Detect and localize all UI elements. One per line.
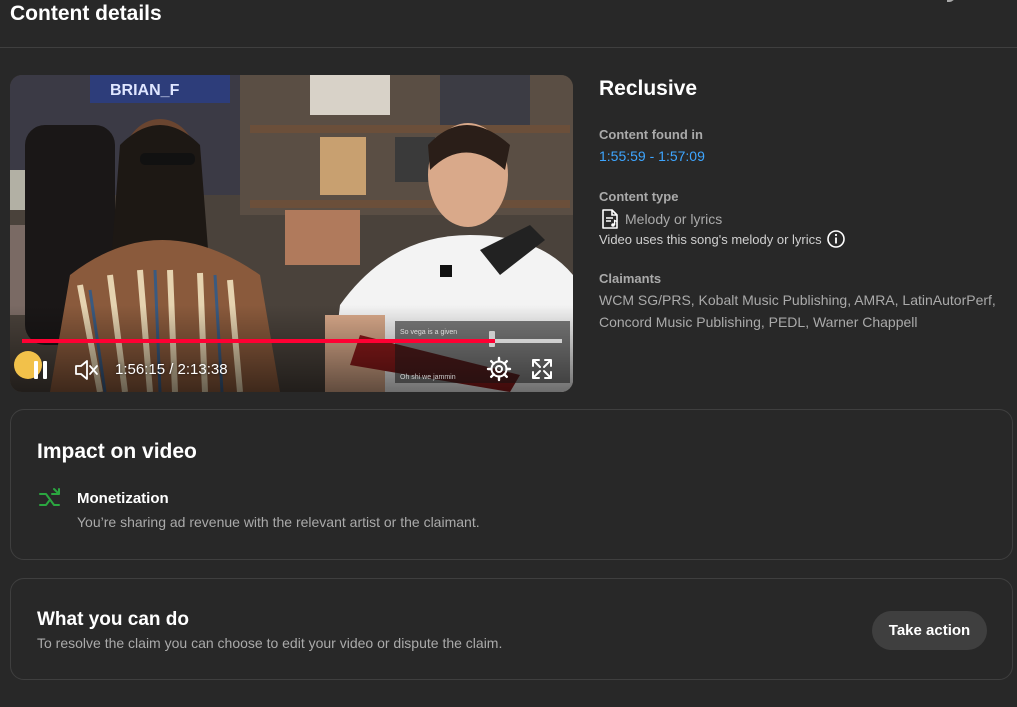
close-icon[interactable]	[947, 0, 955, 2]
content-found-timestamp-link[interactable]: 1:55:59 - 1:57:09	[599, 148, 705, 164]
video-player[interactable]: BRIAN_F So vega is a given Oh shi we jam…	[10, 75, 573, 392]
progress-bar[interactable]	[22, 339, 562, 343]
mute-button[interactable]	[72, 356, 100, 384]
monetization-description: You’re sharing ad revenue with the relev…	[77, 514, 480, 530]
content-type-description-row: Video uses this song's melody or lyrics	[599, 229, 846, 249]
fullscreen-button[interactable]	[530, 357, 554, 381]
content-type-value: Melody or lyrics	[625, 211, 723, 227]
lyrics-document-icon	[602, 209, 618, 229]
take-action-button[interactable]: Take action	[872, 611, 987, 650]
pause-button[interactable]	[28, 357, 54, 383]
impact-card: Impact on video Monetization You’re shar…	[10, 409, 1013, 560]
overlay-sign: BRIAN_F	[110, 82, 180, 99]
monetization-share-icon	[39, 488, 60, 506]
monetization-title: Monetization	[77, 490, 169, 507]
content-type-label: Content type	[599, 189, 679, 204]
progress-played	[22, 339, 495, 343]
page-title: Content details	[10, 2, 162, 25]
gear-icon	[486, 356, 512, 382]
fullscreen-icon	[532, 359, 552, 379]
caption-text: Oh shi we jammin	[400, 374, 456, 381]
content-type-row: Melody or lyrics	[599, 208, 722, 230]
page-header: Content details	[0, 0, 1017, 48]
content-found-label: Content found in	[599, 127, 703, 142]
claimants-label: Claimants	[599, 271, 662, 286]
time-display: 1:56:15 / 2:13:38	[115, 361, 228, 378]
song-title: Reclusive	[599, 77, 698, 100]
caption-text: So vega is a given	[400, 329, 458, 336]
claimants-list: WCM SG/PRS, Kobalt Music Publishing, AMR…	[599, 292, 996, 330]
content-type-description: Video uses this song's melody or lyrics	[599, 231, 822, 247]
volume-muted-icon	[75, 360, 98, 380]
settings-button[interactable]	[486, 356, 512, 382]
action-card: What you can do To resolve the claim you…	[10, 578, 1013, 680]
pause-icon	[34, 361, 47, 379]
info-icon[interactable]	[826, 229, 846, 249]
action-title: What you can do	[37, 609, 189, 630]
action-description: To resolve the claim you can choose to e…	[37, 635, 503, 651]
impact-title: Impact on video	[37, 440, 197, 463]
